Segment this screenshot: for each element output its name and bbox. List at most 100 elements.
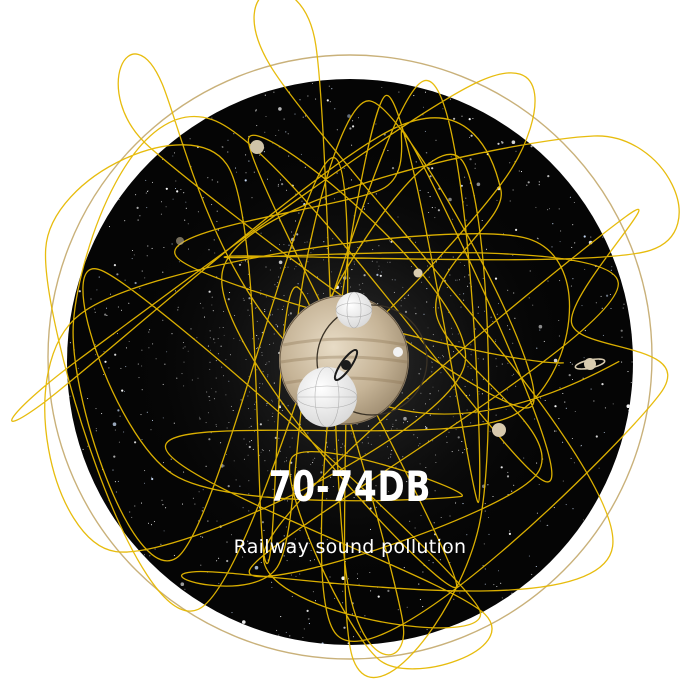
star — [207, 345, 209, 347]
star — [414, 307, 416, 309]
star — [377, 595, 380, 598]
star — [291, 231, 293, 233]
star — [162, 319, 164, 321]
star — [136, 206, 139, 209]
star — [285, 189, 288, 191]
star — [487, 516, 490, 519]
star — [216, 520, 218, 522]
star — [434, 207, 436, 209]
star — [564, 401, 566, 403]
star — [98, 276, 100, 278]
star — [279, 244, 280, 246]
star — [244, 179, 247, 182]
star — [138, 377, 140, 379]
star — [141, 389, 143, 391]
star — [420, 392, 422, 394]
star — [449, 98, 451, 100]
star — [415, 313, 417, 315]
star — [572, 224, 574, 226]
star — [456, 279, 458, 281]
star — [391, 449, 393, 451]
star — [419, 599, 421, 601]
star — [458, 449, 460, 451]
star — [535, 206, 537, 208]
star — [425, 427, 428, 430]
star — [464, 276, 466, 278]
star — [423, 313, 425, 315]
star — [233, 338, 235, 340]
star — [367, 202, 369, 204]
star — [464, 176, 466, 178]
star — [337, 439, 339, 441]
star — [207, 177, 209, 179]
star — [77, 367, 79, 369]
star — [409, 520, 411, 522]
star — [442, 354, 444, 356]
star — [367, 436, 369, 438]
star — [513, 292, 515, 294]
star — [460, 306, 462, 308]
star — [424, 130, 426, 132]
star — [439, 559, 441, 561]
star — [220, 345, 222, 347]
star — [593, 400, 595, 402]
star — [548, 208, 551, 210]
star — [243, 458, 245, 460]
star — [183, 361, 185, 363]
star — [291, 437, 293, 439]
star — [254, 409, 256, 411]
star — [478, 391, 480, 393]
moon-icon — [336, 292, 372, 328]
star — [488, 533, 490, 535]
star — [572, 278, 574, 280]
star — [144, 277, 146, 279]
star — [189, 138, 191, 140]
star — [187, 350, 189, 352]
star — [147, 245, 149, 247]
star — [450, 327, 452, 329]
star — [183, 385, 185, 387]
star — [401, 392, 403, 394]
star — [431, 167, 434, 170]
star — [214, 342, 216, 344]
star — [571, 363, 573, 365]
star — [434, 217, 436, 219]
star — [372, 249, 374, 251]
star — [165, 206, 167, 208]
star — [291, 595, 293, 597]
star — [216, 560, 218, 562]
star — [395, 419, 397, 421]
star — [329, 101, 331, 103]
star — [232, 409, 234, 412]
star — [416, 437, 418, 439]
star — [611, 266, 613, 268]
star — [446, 287, 448, 288]
star — [254, 565, 259, 570]
star — [467, 285, 469, 287]
star — [261, 449, 263, 451]
star — [278, 276, 280, 278]
star — [407, 421, 409, 423]
star — [242, 620, 246, 624]
star — [398, 91, 400, 93]
star — [342, 590, 344, 592]
star — [172, 198, 174, 200]
star — [462, 452, 464, 454]
star — [457, 333, 459, 335]
star — [228, 422, 230, 423]
star — [612, 403, 614, 405]
star — [450, 295, 452, 297]
star — [468, 394, 471, 396]
star — [304, 241, 306, 243]
star — [419, 443, 421, 445]
star — [390, 453, 392, 455]
star — [185, 201, 187, 203]
star — [343, 626, 346, 629]
star — [477, 306, 479, 308]
star — [266, 404, 268, 406]
star — [151, 181, 154, 183]
star — [413, 95, 415, 97]
star — [262, 383, 263, 385]
star — [544, 399, 546, 402]
star — [465, 197, 467, 199]
